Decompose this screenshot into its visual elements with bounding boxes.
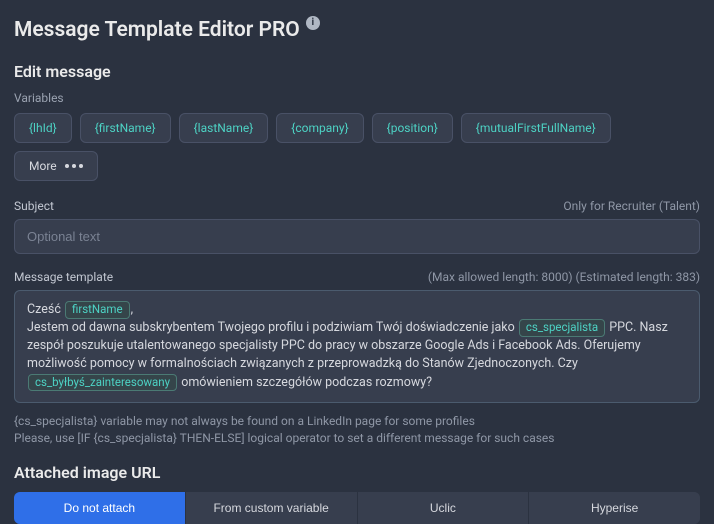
attach-option-do-not-attach[interactable]: Do not attach <box>14 492 186 524</box>
variables-label: Variables <box>14 91 700 105</box>
variable-chip-lastname[interactable]: {lastName} <box>179 113 269 143</box>
inline-variable-cs-specjalista[interactable]: cs_specjalista <box>519 319 605 337</box>
variable-chip-position[interactable]: {position} <box>372 113 453 143</box>
template-aside: (Max allowed length: 8000) (Estimated le… <box>428 270 700 284</box>
info-icon[interactable]: i <box>306 16 320 30</box>
message-template-editor[interactable]: Cześć firstName, Jestem od dawna subskry… <box>14 290 700 403</box>
inline-variable-cs-bylbys[interactable]: cs_byłbyś_zainteresowany <box>28 374 177 392</box>
template-text: Jestem od dawna subskrybentem Twojego pr… <box>27 320 518 335</box>
attach-option-custom-variable[interactable]: From custom variable <box>186 492 358 524</box>
variable-warning: {cs_specjalista} variable may not always… <box>14 413 700 448</box>
inline-variable-firstname[interactable]: firstName <box>65 301 130 319</box>
variable-chip-firstname[interactable]: {firstName} <box>80 113 171 143</box>
attached-image-heading: Attached image URL <box>14 463 700 482</box>
attach-option-uclic[interactable]: Uclic <box>358 492 530 524</box>
attach-option-hyperise[interactable]: Hyperise <box>529 492 700 524</box>
subject-aside: Only for Recruiter (Talent) <box>563 199 700 213</box>
template-label: Message template <box>14 270 113 284</box>
page-title: Message Template Editor PRO <box>14 18 300 42</box>
template-text: , <box>131 302 133 317</box>
subject-label: Subject <box>14 199 54 213</box>
variable-chip-company[interactable]: {company} <box>276 113 363 143</box>
variable-chip-lhid[interactable]: {lhId} <box>14 113 72 143</box>
variable-chip-row: {lhId} {firstName} {lastName} {company} … <box>14 113 700 181</box>
template-text: Cześć <box>27 302 64 317</box>
ellipsis-icon <box>65 164 83 168</box>
template-text: omówieniem szczegółów podczas rozmowy? <box>178 375 432 390</box>
more-label: More <box>29 159 57 173</box>
variable-warning-line1: {cs_specjalista} variable may not always… <box>14 413 700 430</box>
subject-input[interactable] <box>14 219 700 254</box>
variable-chip-more[interactable]: More <box>14 151 98 181</box>
variable-warning-line2: Please, use [IF {cs_specjalista} THEN-EL… <box>14 430 700 447</box>
attach-segmented-control: Do not attach From custom variable Uclic… <box>14 492 700 524</box>
edit-message-heading: Edit message <box>14 62 700 81</box>
variable-chip-mutualfirstfullname[interactable]: {mutualFirstFullName} <box>461 113 611 143</box>
